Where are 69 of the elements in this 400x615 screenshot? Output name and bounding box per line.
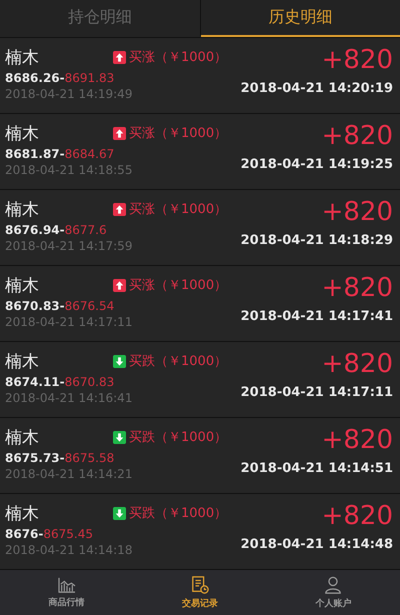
close-price: 8677.6: [64, 223, 107, 237]
close-price: 8675.58: [64, 451, 114, 465]
open-time: 2018-04-21 14:14:21: [5, 467, 134, 481]
open-price: 8674.11-: [5, 375, 65, 389]
trade-row[interactable]: 楠木 买跌（￥1000） 8675.73-8675.58 2018-04-21 14:14:21 +820 2018-04-21 14:14:51: [0, 418, 400, 494]
product-name: 楠木: [5, 198, 40, 220]
close-time: 2018-04-21 14:17:41: [240, 309, 393, 324]
open-price: 8681.87-: [5, 147, 65, 161]
profit-amount: +820: [322, 196, 393, 228]
profit-amount: +820: [322, 348, 393, 380]
order-label: 买跌（￥1000）: [129, 505, 228, 522]
close-time: 2018-04-21 14:19:25: [240, 157, 393, 172]
open-price: 8670.83-: [5, 299, 65, 313]
trade-row[interactable]: 楠木 买跌（￥1000） 8674.11-8670.83 2018-04-21 14:16:41 +820 2018-04-21 14:17:11: [0, 342, 400, 418]
product-name: 楠木: [5, 46, 40, 68]
order-label: 买涨（￥1000）: [129, 201, 228, 218]
nav-tab[interactable]: 商品行情: [48, 596, 85, 608]
order-label: 买涨（￥1000）: [129, 49, 228, 66]
close-time: 2018-04-21 14:18:29: [240, 233, 393, 248]
open-price: 8675.73-: [5, 451, 65, 465]
close-price: 8676.54: [64, 299, 114, 313]
trade-row[interactable]: 楠木 买跌（￥1000） 8676-8675.45 2018-04-21 14:14:18 +820 2018-04-21 14:14:48: [0, 494, 400, 570]
down-arrow-icon: [113, 506, 126, 520]
up-arrow-icon: [113, 202, 126, 216]
product-name: 楠木: [5, 274, 40, 296]
trade-row[interactable]: 楠木 买涨（￥1000） 8670.83-8676.54 2018-04-21 14:17:11 +820 2018-04-21 14:17:41: [0, 266, 400, 342]
down-arrow-icon: [113, 354, 126, 368]
open-price: 8676.94-: [5, 223, 65, 237]
open-price: 8676-: [5, 527, 44, 541]
nav-tab[interactable]: 交易记录: [182, 596, 218, 610]
open-time: 2018-04-21 14:14:18: [5, 543, 134, 557]
close-time: 2018-04-21 14:17:11: [240, 385, 393, 400]
open-time: 2018-04-21 14:17:59: [5, 239, 134, 253]
down-arrow-icon: [113, 430, 126, 444]
nav-tab[interactable]: 个人账户: [315, 596, 352, 610]
product-name: 楠木: [5, 350, 40, 372]
order-label: 买涨（￥1000）: [129, 277, 228, 294]
up-arrow-icon: [113, 126, 126, 140]
product-name: 楠木: [5, 122, 40, 144]
profit-amount: +820: [322, 500, 393, 532]
open-price: 8686.26-: [5, 71, 65, 85]
trade-row[interactable]: 楠木 买涨（￥1000） 8676.94-8677.6 2018-04-21 14:17:59 +820 2018-04-21 14:18:29: [0, 190, 400, 266]
product-name: 楠木: [5, 426, 40, 448]
close-price: 8675.45: [43, 527, 94, 541]
chart-icon[interactable]: [58, 576, 76, 592]
order-label: 买跌（￥1000）: [129, 353, 228, 370]
profit-amount: +820: [322, 272, 393, 304]
order-label: 买涨（￥1000）: [129, 125, 228, 142]
trade-row[interactable]: 楠木 买涨（￥1000） 8681.87-8684.67 2018-04-21 14:18:55 +820 2018-04-21 14:19:25: [0, 114, 400, 190]
person-icon[interactable]: [324, 576, 342, 594]
close-price: 8691.83: [64, 71, 114, 85]
document-clock-icon[interactable]: [190, 576, 209, 594]
trade-row[interactable]: 楠木 买涨（￥1000） 8686.26-8691.83 2018-04-21 14:19:49 +820 2018-04-21 14:20:19: [0, 38, 400, 114]
close-price: 8670.83: [64, 375, 114, 389]
open-time: 2018-04-21 14:19:49: [5, 87, 134, 101]
open-time: 2018-04-21 14:17:11: [5, 315, 134, 329]
profit-amount: +820: [322, 120, 393, 152]
profit-amount: +820: [322, 424, 393, 456]
open-time: 2018-04-21 14:18:55: [5, 163, 134, 177]
up-arrow-icon: [113, 278, 126, 292]
order-label: 买跌（￥1000）: [129, 429, 228, 446]
open-time: 2018-04-21 14:16:41: [5, 391, 134, 405]
profit-amount: +820: [322, 44, 393, 76]
close-time: 2018-04-21 14:14:51: [240, 461, 393, 476]
close-time: 2018-04-21 14:14:48: [240, 537, 393, 552]
up-arrow-icon: [113, 50, 126, 64]
close-time: 2018-04-21 14:20:19: [240, 81, 393, 96]
close-price: 8684.67: [64, 147, 114, 161]
product-name: 楠木: [5, 502, 40, 524]
